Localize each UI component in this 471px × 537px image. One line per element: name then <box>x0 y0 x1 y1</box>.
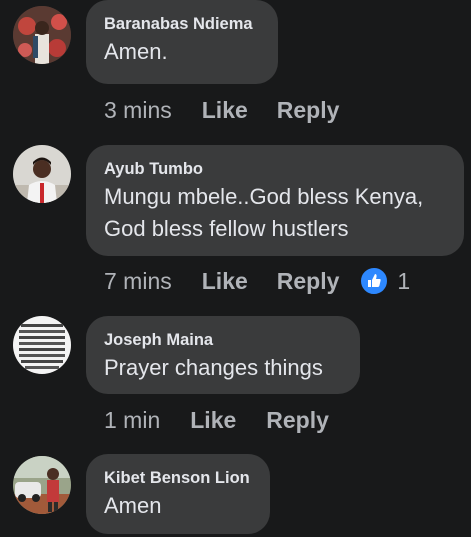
comment-author[interactable]: Baranabas Ndiema <box>104 14 260 34</box>
avatar-photo <box>13 456 71 514</box>
comment-author[interactable]: Joseph Maina <box>104 330 342 350</box>
comment-timestamp[interactable]: 1 min <box>104 407 160 434</box>
reaction-summary[interactable]: 1 <box>359 266 410 296</box>
avatar[interactable] <box>13 6 71 64</box>
avatar-photo <box>13 316 71 374</box>
comment-text: Amen. <box>104 39 168 64</box>
avatar[interactable] <box>13 456 71 514</box>
comment-author[interactable]: Ayub Tumbo <box>104 159 446 179</box>
comment-author[interactable]: Kibet Benson Lion <box>104 468 252 488</box>
reaction-count: 1 <box>397 267 411 294</box>
comment-timestamp[interactable]: 3 mins <box>104 97 172 124</box>
avatar-photo <box>13 145 71 203</box>
comment-feed: Baranabas Ndiema Amen. 3 mins Like Reply… <box>0 0 471 537</box>
reply-button[interactable]: Reply <box>266 407 329 434</box>
comment-text: Amen <box>104 493 162 518</box>
comment-bubble: Baranabas Ndiema Amen. <box>86 0 278 84</box>
like-button[interactable]: Like <box>202 97 248 124</box>
comment-actions: 3 mins Like Reply <box>104 95 339 125</box>
comment-text: Prayer changes things <box>104 355 323 380</box>
comment-bubble: Joseph Maina Prayer changes things <box>86 316 360 394</box>
comment-actions: 7 mins Like Reply 1 <box>104 266 410 296</box>
reply-button[interactable]: Reply <box>277 97 340 124</box>
avatar[interactable] <box>13 145 71 203</box>
comment-bubble: Ayub Tumbo Mungu mbele..God bless Kenya,… <box>86 145 464 256</box>
comment-bubble: Kibet Benson Lion Amen <box>86 454 270 534</box>
avatar-photo <box>13 6 71 64</box>
comment-actions: 1 min Like Reply <box>104 405 329 435</box>
like-thumb-icon <box>359 266 390 296</box>
comment-text-line: Mungu mbele..God bless Kenya, <box>104 184 424 209</box>
comment-timestamp[interactable]: 7 mins <box>104 268 172 295</box>
like-button[interactable]: Like <box>202 268 248 295</box>
reply-button[interactable]: Reply <box>277 268 340 295</box>
avatar[interactable] <box>13 316 71 374</box>
like-button[interactable]: Like <box>190 407 236 434</box>
comment-text-line: God bless fellow hustlers <box>104 216 349 241</box>
